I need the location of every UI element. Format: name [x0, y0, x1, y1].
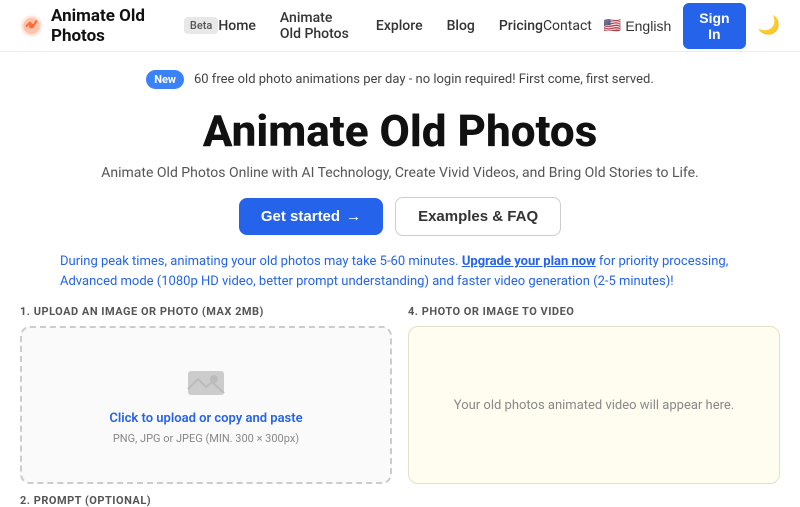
banner-text: 60 free old photo animations per day - n…	[194, 72, 654, 87]
examples-faq-button[interactable]: Examples & FAQ	[395, 197, 561, 236]
click-to-upload: Click to upload	[109, 411, 196, 426]
upload-panel: 1. UPLOAD AN IMAGE OR PHOTO (MAX 2MB) Cl…	[20, 305, 392, 507]
video-panel: 4. PHOTO OR IMAGE TO VIDEO Your old phot…	[408, 305, 780, 484]
hero-subtitle: Animate Old Photos Online with AI Techno…	[20, 165, 780, 181]
nav-home[interactable]: Home	[218, 18, 256, 34]
nav-explore[interactable]: Explore	[376, 18, 423, 34]
prompt-label: 2. PROMPT (OPTIONAL)	[20, 494, 392, 507]
video-box: Your old photos animated video will appe…	[408, 326, 780, 484]
main-nav: Home Animate Old Photos Explore Blog Pri…	[218, 10, 543, 42]
logo-icon	[20, 12, 43, 40]
site-title: Animate Old Photos	[51, 6, 176, 46]
dark-mode-button[interactable]: 🌙	[758, 15, 780, 36]
nav-pricing[interactable]: Pricing	[499, 18, 543, 34]
upload-text: Click to upload or copy and paste	[109, 411, 302, 426]
new-badge: New	[146, 70, 184, 89]
content-panels: 1. UPLOAD AN IMAGE OR PHOTO (MAX 2MB) Cl…	[20, 305, 780, 507]
upload-box[interactable]: Click to upload or copy and paste PNG, J…	[20, 326, 392, 484]
get-started-label: Get started	[261, 208, 340, 225]
warning-text-block: During peak times, animating your old ph…	[60, 252, 740, 291]
video-panel-label: 4. PHOTO OR IMAGE TO VIDEO	[408, 305, 780, 318]
contact-link[interactable]: Contact	[543, 18, 592, 34]
upload-image-icon	[186, 365, 226, 405]
announcement-banner: New 60 free old photo animations per day…	[20, 70, 780, 89]
beta-badge: Beta	[184, 17, 218, 34]
upgrade-link[interactable]: Upgrade your plan now	[462, 254, 596, 269]
upload-panel-label: 1. UPLOAD AN IMAGE OR PHOTO (MAX 2MB)	[20, 305, 392, 318]
video-placeholder: Your old photos animated video will appe…	[454, 398, 734, 413]
nav-blog[interactable]: Blog	[447, 18, 475, 34]
language-label: English	[625, 18, 671, 34]
header-actions: Contact 🇺🇸 English Sign In 🌙	[543, 3, 780, 49]
warning-prefix: During peak times, animating your old ph…	[60, 254, 459, 269]
upload-hint: PNG, JPG or JPEG (MIN. 300 × 300px)	[113, 432, 299, 445]
get-started-button[interactable]: Get started →	[239, 198, 383, 235]
page-title: Animate Old Photos	[20, 107, 780, 155]
language-button[interactable]: 🇺🇸 English	[604, 17, 671, 34]
nav-animate[interactable]: Animate Old Photos	[280, 10, 352, 42]
hero-buttons: Get started → Examples & FAQ	[20, 197, 780, 236]
arrow-icon: →	[346, 208, 361, 225]
logo-area: Animate Old Photos Beta	[20, 6, 218, 46]
flag-icon: 🇺🇸	[604, 17, 621, 34]
hero-section: Animate Old Photos Animate Old Photos On…	[20, 107, 780, 236]
sign-in-button[interactable]: Sign In	[683, 3, 745, 49]
